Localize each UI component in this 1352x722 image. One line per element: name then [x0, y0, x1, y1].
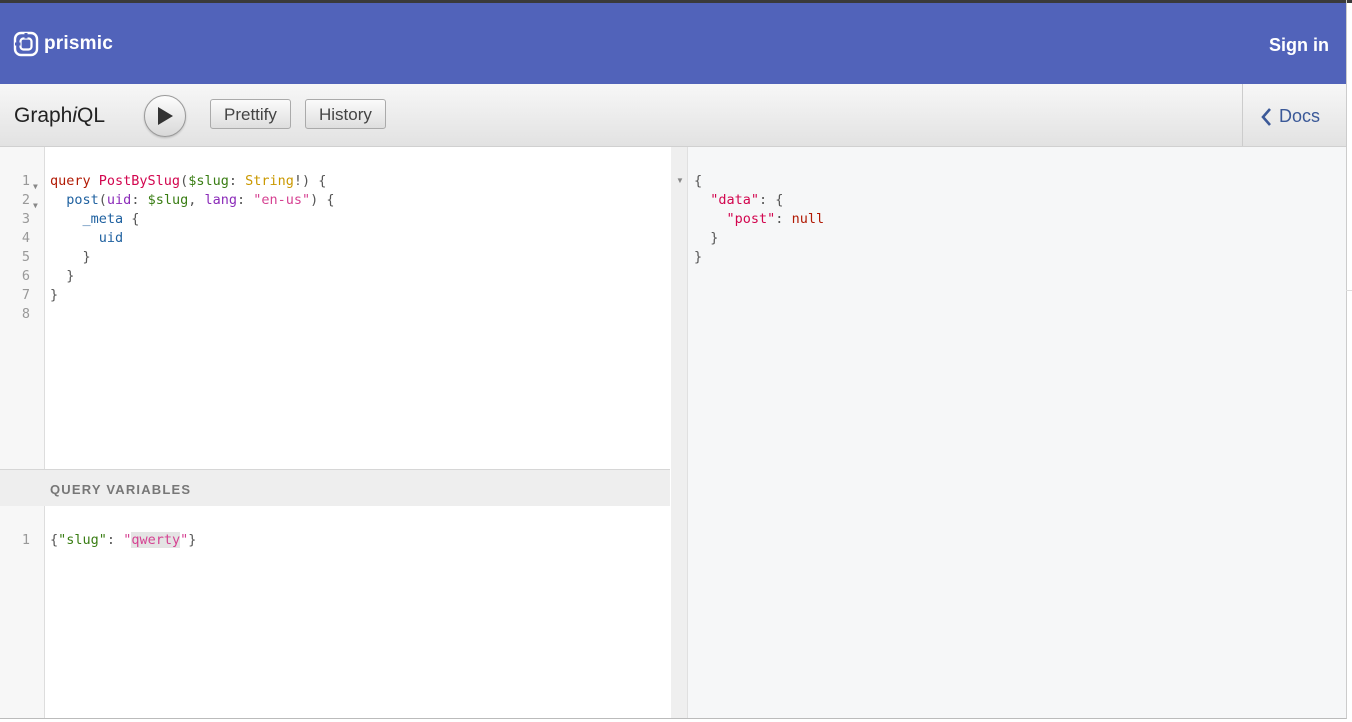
line-number: 3: [21, 211, 30, 227]
background-divider: [1346, 290, 1352, 291]
app-frame: prismic Sign in GraphiQL Prettify Histor…: [0, 0, 1347, 719]
line-number: 1: [21, 532, 30, 548]
string-token: "en-us": [253, 192, 311, 208]
prettify-button[interactable]: Prettify: [210, 99, 291, 129]
line-number: 6: [21, 268, 30, 284]
code-line: query PostBySlug($slug: String!) {: [50, 173, 327, 189]
argument-token: uid: [106, 192, 132, 208]
prismic-logo-icon: [13, 31, 39, 57]
result-line: "post": null: [726, 211, 825, 227]
docs-toggle[interactable]: Docs: [1242, 84, 1346, 146]
code-line: {"slug": "qwerty"}: [50, 532, 197, 548]
title-part: Graph: [14, 104, 73, 127]
line-number: 1: [21, 173, 30, 189]
title-part: QL: [77, 104, 106, 127]
variables-editor-gutter: 1: [0, 506, 45, 718]
sign-in-link[interactable]: Sign in: [1269, 35, 1329, 56]
result-line: }: [694, 230, 719, 246]
graphiql-title: GraphiQL: [14, 104, 105, 128]
result-line: "data": {: [710, 192, 784, 208]
field-token: uid: [98, 230, 124, 246]
result-viewer: { "data": { "post": null } }: [688, 147, 1346, 718]
null-token: null: [791, 211, 825, 227]
field-token: _meta: [82, 211, 124, 227]
json-key-token: "slug": [58, 532, 107, 548]
variables-editor[interactable]: 1 {"slug": "qwerty"}: [0, 506, 672, 718]
code-line: }: [50, 249, 91, 265]
line-number: 2: [21, 192, 30, 208]
docs-label: Docs: [1279, 106, 1321, 126]
result-gutter: ▼: [671, 147, 688, 718]
site-header: prismic Sign in: [0, 3, 1346, 84]
code-line: _meta {: [82, 211, 140, 227]
line-number: 5: [21, 249, 30, 265]
execute-query-button[interactable]: [144, 95, 186, 137]
docs-button[interactable]: Docs: [1260, 106, 1320, 127]
fold-arrow-icon[interactable]: ▼: [33, 196, 38, 215]
code-line: post(uid: $slug, lang: "en-us") {: [66, 192, 335, 208]
result-line: {: [694, 173, 703, 189]
chevron-left-icon: [1261, 107, 1271, 126]
json-key-token: "data": [710, 192, 760, 208]
query-variables-title-bar[interactable]: QUERY VARIABLES: [0, 469, 670, 507]
fold-arrow-icon[interactable]: ▼: [33, 177, 38, 196]
play-icon: [158, 107, 173, 125]
operation-name-token: PostBySlug: [98, 173, 181, 189]
field-token: post: [66, 192, 99, 208]
code-line: }: [50, 268, 75, 284]
history-button[interactable]: History: [305, 99, 386, 129]
variable-token: $slug: [147, 192, 189, 208]
string-value-highlighted: qwerty: [131, 532, 181, 548]
query-editor[interactable]: 1 ▼ 2 ▼ 3 4 5 6 7 8 query PostBySlug($sl…: [0, 147, 672, 469]
code-line: }: [50, 287, 59, 303]
line-number: 8: [21, 306, 30, 322]
argument-token: lang: [204, 192, 237, 208]
query-variables-title: QUERY VARIABLES: [50, 482, 192, 497]
brand-name: prismic: [44, 33, 113, 54]
result-line: }: [694, 249, 703, 265]
fold-arrow-icon[interactable]: ▼: [676, 176, 684, 185]
query-editor-gutter: 1 ▼ 2 ▼ 3 4 5 6 7 8: [0, 147, 45, 469]
type-token: String: [245, 173, 294, 189]
json-key-token: "post": [726, 211, 776, 227]
graphiql-toolbar: GraphiQL Prettify History Docs: [0, 84, 1346, 147]
line-number: 4: [21, 230, 30, 246]
variable-token: $slug: [188, 173, 229, 189]
line-number: 7: [21, 287, 30, 303]
keyword-token: query: [50, 173, 91, 189]
prismic-logo[interactable]: prismic: [13, 31, 113, 57]
code-line: uid: [50, 229, 123, 248]
